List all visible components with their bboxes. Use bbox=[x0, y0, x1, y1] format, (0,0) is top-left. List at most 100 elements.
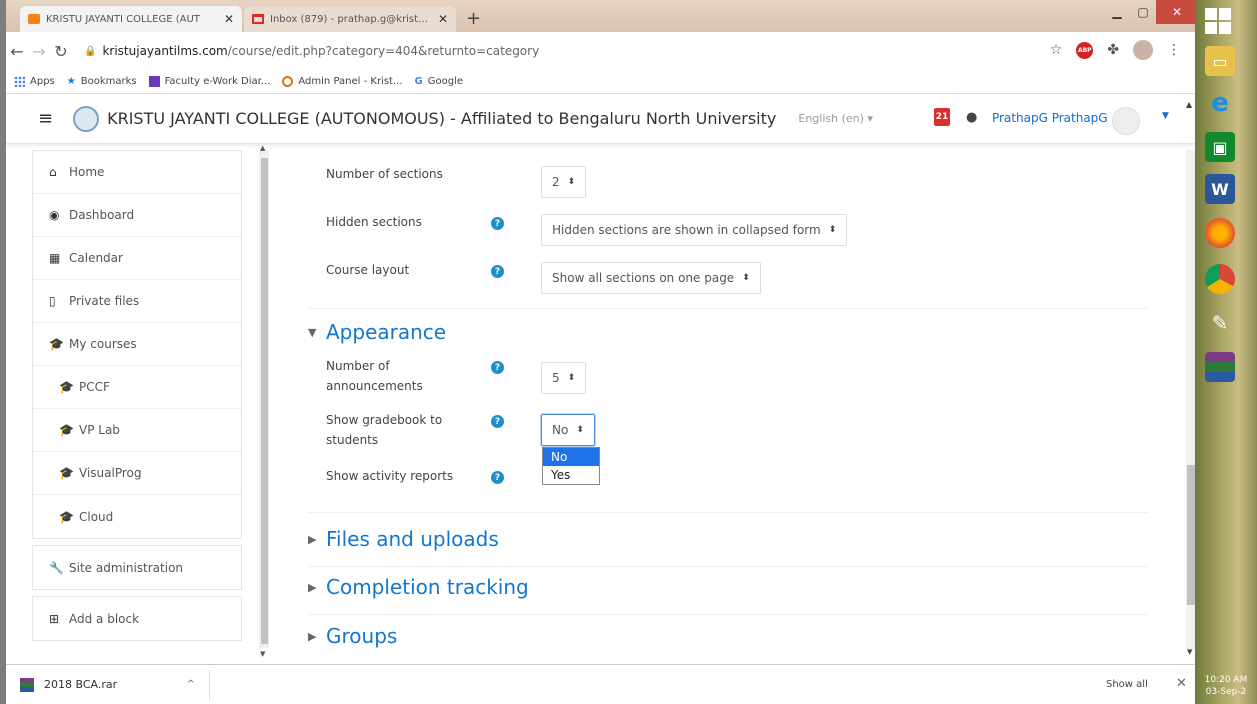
number-of-announcements-label: Number of announcements bbox=[326, 359, 423, 393]
help-icon[interactable]: ? bbox=[491, 265, 504, 278]
nav-label: VP Lab bbox=[79, 423, 120, 437]
section-completion-tracking-header[interactable]: ▶ Completion tracking bbox=[308, 575, 529, 599]
number-of-announcements-select[interactable]: 5 ⬍ bbox=[541, 362, 587, 394]
nav-item-dashboard[interactable]: ◉ Dashboard bbox=[33, 194, 241, 237]
word-icon[interactable]: W bbox=[1205, 174, 1235, 204]
chrome-icon[interactable] bbox=[1205, 264, 1235, 294]
user-name[interactable]: PrathapG PrathapG bbox=[992, 111, 1108, 125]
nav-label: Dashboard bbox=[69, 208, 135, 222]
nav-label: Add a block bbox=[69, 611, 140, 626]
show-activity-reports-label: Show activity reports bbox=[326, 469, 454, 483]
download-item[interactable]: 2018 BCA.rar ^ bbox=[20, 669, 210, 700]
site-name[interactable]: KRISTU JAYANTI COLLEGE (AUTONOMOUS) - Af… bbox=[107, 109, 776, 128]
language-menu[interactable]: English (en) ▾ bbox=[798, 112, 873, 125]
window-close-icon[interactable]: ✕ bbox=[1156, 0, 1198, 24]
scroll-down-icon[interactable]: ▼ bbox=[260, 650, 265, 658]
bookmark-label: Apps bbox=[30, 76, 55, 87]
select-value: Hidden sections are shown in collapsed f… bbox=[552, 223, 821, 237]
nav-course-cloud[interactable]: 🎓 Cloud bbox=[33, 495, 241, 538]
add-block-button[interactable]: ⊞ Add a block bbox=[33, 597, 241, 640]
scrollbar-thumb[interactable] bbox=[1187, 465, 1195, 605]
bookmark-star-icon[interactable]: ☆ bbox=[1050, 42, 1063, 58]
tab-moodle[interactable]: KRISTU JAYANTI COLLEGE (AUT ✕ bbox=[20, 6, 242, 32]
select-value: 2 bbox=[552, 175, 560, 189]
bookmark-label: Google bbox=[427, 76, 463, 87]
show-all-button[interactable]: Show all bbox=[1106, 679, 1148, 690]
number-of-sections-label: Number of sections bbox=[326, 167, 443, 181]
messages-icon[interactable]: ● bbox=[966, 110, 977, 125]
page-scroll-up-icon[interactable]: ▲ bbox=[1186, 100, 1192, 109]
dropdown-option-no[interactable]: No bbox=[543, 448, 599, 466]
extensions-puzzle-icon[interactable]: ✤ bbox=[1107, 42, 1119, 58]
browser-toolbar: ← → ↻ 🔒 kristujayantilms.com/course/edit… bbox=[6, 32, 1195, 70]
maximize-icon[interactable]: ▢ bbox=[1130, 0, 1156, 24]
hidden-sections-select[interactable]: Hidden sections are shown in collapsed f… bbox=[541, 214, 848, 246]
close-download-bar-icon[interactable]: ✕ bbox=[1176, 676, 1187, 691]
nav-label: VisualProg bbox=[79, 466, 142, 480]
graduation-cap-icon: 🎓 bbox=[59, 380, 74, 394]
scroll-up-icon[interactable]: ▲ bbox=[260, 144, 265, 152]
notification-icon[interactable]: 21 bbox=[934, 108, 950, 126]
divider bbox=[308, 308, 1148, 309]
nav-item-home[interactable]: ⌂ Home bbox=[33, 151, 241, 194]
bookmark-bookmarks[interactable]: ★ Bookmarks bbox=[67, 76, 137, 87]
nav-label: My courses bbox=[69, 337, 137, 351]
forward-icon[interactable]: → bbox=[28, 42, 50, 61]
new-tab-icon[interactable]: + bbox=[466, 8, 481, 29]
browser-window: KRISTU JAYANTI COLLEGE (AUT ✕ Inbox (879… bbox=[0, 0, 1198, 704]
chevron-up-icon[interactable]: ^ bbox=[187, 679, 195, 690]
nav-block: ⌂ Home ◉ Dashboard ▦ Calendar ▯ Private file… bbox=[32, 150, 242, 539]
firefox-icon[interactable] bbox=[1205, 218, 1235, 248]
adblock-icon[interactable]: ABP bbox=[1076, 41, 1094, 59]
section-appearance-header[interactable]: ▼ Appearance bbox=[308, 320, 446, 344]
menu-kebab-icon[interactable]: ⋮ bbox=[1167, 42, 1181, 58]
show-gradebook-select[interactable]: No ⬍ bbox=[541, 414, 595, 446]
nav-course-visualprog[interactable]: 🎓 VisualProg bbox=[33, 452, 241, 495]
nav-course-pccf[interactable]: 🎓 PCCF bbox=[33, 366, 241, 409]
hamburger-menu-icon[interactable]: ≡ bbox=[38, 108, 53, 129]
help-icon[interactable]: ? bbox=[491, 415, 504, 428]
store-icon[interactable]: ▣ bbox=[1205, 132, 1235, 162]
user-menu-caret-icon[interactable]: ▼ bbox=[1162, 111, 1169, 121]
scrollbar-thumb[interactable] bbox=[261, 158, 268, 644]
address-bar[interactable]: kristujayantilms.com/course/edit.php?cat… bbox=[102, 44, 539, 58]
system-clock[interactable]: 10:20 AM 03-Sep-2 bbox=[1197, 674, 1255, 698]
section-groups-header[interactable]: ▶ Groups bbox=[308, 624, 397, 648]
nav-course-vp-lab[interactable]: 🎓 VP Lab bbox=[33, 409, 241, 452]
course-layout-select[interactable]: Show all sections on one page ⬍ bbox=[541, 262, 761, 294]
user-avatar[interactable] bbox=[1112, 107, 1140, 135]
number-of-sections-select[interactable]: 2 ⬍ bbox=[541, 166, 587, 198]
bookmark-google[interactable]: G Google bbox=[415, 76, 463, 87]
bookmark-faculty-ework[interactable]: Faculty e-Work Diar... bbox=[148, 76, 270, 87]
help-icon[interactable]: ? bbox=[491, 361, 504, 374]
scroll-down-icon[interactable]: ▼ bbox=[1187, 648, 1192, 656]
tab-title: Inbox (879) - prathap.g@kristuja bbox=[270, 13, 432, 25]
windows-start-icon[interactable] bbox=[1205, 8, 1233, 36]
internet-explorer-icon[interactable]: e bbox=[1205, 88, 1235, 118]
help-icon[interactable]: ? bbox=[491, 471, 504, 484]
dropdown-option-yes[interactable]: Yes bbox=[543, 466, 599, 484]
reload-icon[interactable]: ↻ bbox=[50, 42, 72, 61]
nav-item-private-files[interactable]: ▯ Private files bbox=[33, 280, 241, 323]
section-files-uploads-header[interactable]: ▶ Files and uploads bbox=[308, 527, 499, 551]
tab-close-icon[interactable]: ✕ bbox=[438, 12, 448, 26]
tab-close-icon[interactable]: ✕ bbox=[224, 12, 234, 26]
file-explorer-icon[interactable]: ▭ bbox=[1205, 46, 1235, 76]
profile-avatar[interactable] bbox=[1133, 40, 1153, 60]
bookmark-apps[interactable]: Apps bbox=[14, 76, 55, 87]
tab-gmail[interactable]: Inbox (879) - prathap.g@kristuja ✕ bbox=[244, 6, 456, 32]
winrar-icon[interactable] bbox=[1205, 352, 1235, 382]
minimize-icon[interactable]: ▁ bbox=[1104, 0, 1130, 24]
paint-icon[interactable]: ✎ bbox=[1205, 308, 1235, 338]
gmail-favicon-icon bbox=[252, 14, 264, 24]
bookmark-admin-panel[interactable]: Admin Panel - Krist... bbox=[282, 76, 403, 87]
college-logo[interactable] bbox=[73, 105, 100, 132]
back-icon[interactable]: ← bbox=[6, 42, 28, 61]
select-caret-icon: ⬍ bbox=[567, 177, 576, 187]
nav-item-site-administration[interactable]: 🔧 Site administration bbox=[33, 546, 241, 589]
sidebar-scrollbar[interactable]: ▲ ▼ bbox=[259, 144, 269, 658]
file-icon: ▯ bbox=[49, 294, 56, 308]
nav-item-calendar[interactable]: ▦ Calendar bbox=[33, 237, 241, 280]
help-icon[interactable]: ? bbox=[491, 217, 504, 230]
nav-item-my-courses[interactable]: 🎓 My courses bbox=[33, 323, 241, 366]
